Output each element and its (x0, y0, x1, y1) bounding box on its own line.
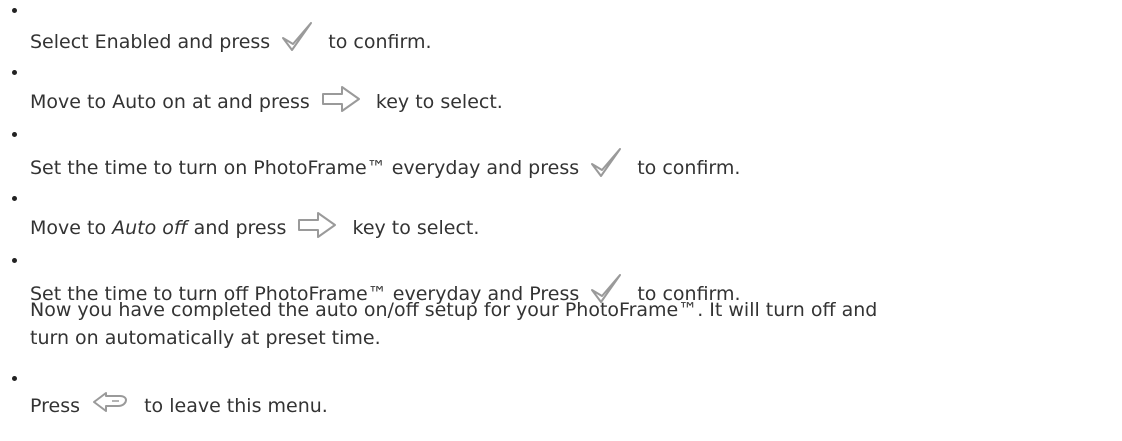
step-text: to confirm. (637, 157, 741, 179)
step-text: Press (30, 395, 81, 417)
bullet (12, 132, 17, 137)
back-icon (90, 390, 130, 418)
note-line: Now you have completed the auto on/off s… (30, 299, 878, 321)
note-line: turn on automatically at preset time. (30, 327, 381, 349)
check-icon (280, 20, 314, 54)
step-text: Move to (30, 217, 107, 239)
step-text: key to select. (352, 217, 480, 239)
step-text: Select Enabled and press (30, 31, 271, 53)
bullet (12, 258, 17, 263)
bullet (12, 70, 17, 75)
step-text: to confirm. (328, 31, 432, 53)
step-text: Move to Auto on at and press (30, 91, 310, 113)
step-text: to leave this menu. (144, 395, 328, 417)
step-text-italic: Auto off (112, 217, 188, 239)
bullet (12, 376, 17, 381)
bullet (12, 196, 17, 201)
check-icon (589, 146, 623, 180)
step-text: Set the time to turn on PhotoFrame™ ever… (30, 157, 580, 179)
bullet (12, 8, 17, 13)
step-text: key to select. (375, 91, 503, 113)
right-arrow-icon (296, 210, 338, 240)
step-text: and press (193, 217, 287, 239)
right-arrow-icon (320, 84, 362, 114)
